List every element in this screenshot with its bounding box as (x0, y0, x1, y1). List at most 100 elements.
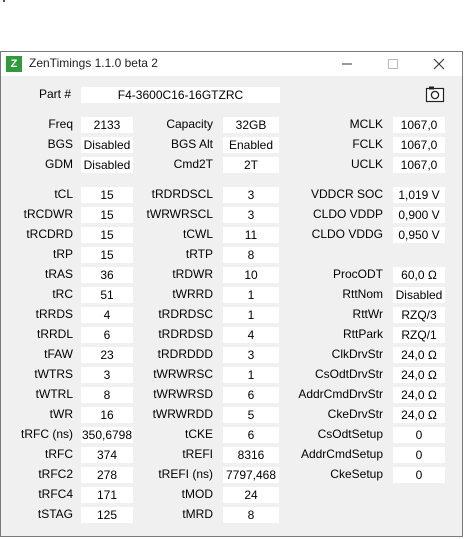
maximize-button[interactable] (370, 52, 416, 76)
fclk-label: FCLK (352, 137, 383, 151)
mclk-value: 1067,0 (393, 117, 445, 133)
cldo-vddg-label: CLDO VDDG (311, 227, 383, 241)
twrrd-label: tWRRD (172, 287, 213, 301)
freq-value: 2133 (81, 117, 133, 133)
twrwrscl-value: 3 (223, 207, 279, 223)
window-title: ZenTimings 1.1.0 beta 2 (29, 56, 158, 70)
app-icon: Z (6, 56, 22, 72)
uclk-value: 1067,0 (393, 157, 445, 173)
twrwrdd-value: 5 (223, 407, 279, 423)
freq-label: Freq (48, 117, 73, 131)
twrwrsd-value: 6 (223, 387, 279, 403)
trfc-label: tRFC (45, 447, 73, 461)
trrdl-label: tRRDL (36, 327, 73, 341)
bgs-value: Disabled (81, 137, 133, 153)
addrcmdsetup-value: 0 (393, 447, 445, 463)
trdrddd-label: tRDRDDD (157, 347, 213, 361)
twr-value: 16 (81, 407, 133, 423)
title-bar[interactable]: Z ZenTimings 1.1.0 beta 2 (1, 52, 462, 76)
close-button[interactable] (416, 52, 462, 76)
twrwrscl-label: tWRWRSCL (146, 207, 213, 221)
trrds-label: tRRDS (35, 307, 73, 321)
trcdrd-label: tRCDRD (26, 227, 73, 241)
cldo-vddp-value: 0,900 V (393, 207, 445, 223)
rttnom-label: RttNom (342, 287, 383, 301)
trdrddd-value: 3 (223, 347, 279, 363)
trfc2-value: 278 (81, 467, 133, 483)
uclk-label: UCLK (350, 157, 383, 171)
capacity-label: Capacity (166, 117, 213, 131)
twtrs-value: 3 (81, 367, 133, 383)
vddcr-soc-label: VDDCR SOC (310, 187, 383, 201)
twrwrdd-label: tWRWRDD (152, 407, 213, 421)
capacity-value: 32GB (223, 117, 279, 133)
part-number-label: Part # (38, 87, 71, 101)
trdrdscl-label: tRDRDSCL (151, 187, 213, 201)
close-icon (433, 58, 445, 70)
tcwl-label: tCWL (183, 227, 213, 241)
clkdrvstr-label: ClkDrvStr (331, 347, 383, 361)
twrwrsc-value: 1 (223, 367, 279, 383)
fclk-value: 1067,0 (393, 137, 445, 153)
trdrdsc-label: tRDRDSC (158, 307, 213, 321)
twrwrsc-label: tWRWRSC (153, 367, 213, 381)
trfc-ns-label: tRFC (ns) (21, 427, 73, 441)
trp-value: 15 (81, 247, 133, 263)
ckesetup-value: 0 (393, 467, 445, 483)
trcdwr-label: tRCDWR (23, 207, 73, 221)
trtp-label: tRTP (185, 247, 213, 261)
tstag-label: tSTAG (37, 507, 73, 521)
ckedrvstr-label: CkeDrvStr (327, 407, 383, 421)
trdrdscl-value: 3 (223, 187, 279, 203)
tcl-label: tCL (54, 187, 73, 201)
twrwrsd-label: tWRWRSD (153, 387, 213, 401)
rttpark-value: RZQ/1 (393, 327, 445, 343)
part-number-value: F4-3600C16-16GTZRC (81, 87, 280, 103)
cldo-vddg-value: 0,950 V (393, 227, 445, 243)
tras-label: tRAS (44, 267, 73, 281)
trfc-value: 374 (81, 447, 133, 463)
trefi-ns-value: 7797,468 (223, 467, 279, 483)
rttnom-value: Disabled (393, 287, 445, 303)
trc-label: tRC (52, 287, 73, 301)
trfc-ns-value: 350,6798 (81, 427, 133, 443)
trfc2-label: tRFC2 (38, 467, 73, 481)
trfc4-label: tRFC4 (38, 487, 73, 501)
trdwr-label: tRDWR (172, 267, 213, 281)
cldo-vddp-label: CLDO VDDP (312, 207, 383, 221)
trdrdsd-value: 4 (223, 327, 279, 343)
tfaw-label: tFAW (44, 347, 73, 361)
csodtsetup-label: CsOdtSetup (317, 427, 383, 441)
twtrl-value: 8 (81, 387, 133, 403)
trrdl-value: 6 (81, 327, 133, 343)
trtp-value: 8 (223, 247, 279, 263)
screen-artifact-dot (3, 0, 5, 2)
maximize-icon (388, 59, 398, 69)
tcl-value: 15 (81, 187, 133, 203)
trcdrd-value: 15 (81, 227, 133, 243)
cmd2t-label: Cmd2T (173, 157, 213, 171)
procodt-label: ProcODT (332, 267, 383, 281)
tcke-label: tCKE (184, 427, 213, 441)
zentimings-window: Z ZenTimings 1.1.0 beta 2 Part # F4-3600… (0, 51, 463, 537)
minimize-button[interactable] (324, 52, 370, 76)
gdm-label: GDM (45, 157, 73, 171)
tcwl-value: 11 (223, 227, 279, 243)
cmd2t-value: 2T (223, 157, 279, 173)
bgs-alt-label: BGS Alt (170, 137, 213, 151)
clkdrvstr-value: 24,0 Ω (393, 347, 445, 363)
tras-value: 36 (81, 267, 133, 283)
twtrs-label: tWTRS (34, 367, 73, 381)
rttwr-label: RttWr (352, 307, 383, 321)
trcdwr-value: 15 (81, 207, 133, 223)
tstag-value: 125 (81, 507, 133, 523)
screenshot-button[interactable] (425, 84, 445, 104)
tfaw-value: 23 (81, 347, 133, 363)
mclk-label: MCLK (349, 117, 383, 131)
procodt-value: 60,0 Ω (393, 267, 445, 283)
rttpark-label: RttPark (342, 327, 383, 341)
vddcr-soc-value: 1,019 V (393, 187, 445, 203)
minimize-icon (342, 63, 352, 65)
camera-icon (425, 86, 445, 103)
tmod-label: tMOD (181, 487, 213, 501)
